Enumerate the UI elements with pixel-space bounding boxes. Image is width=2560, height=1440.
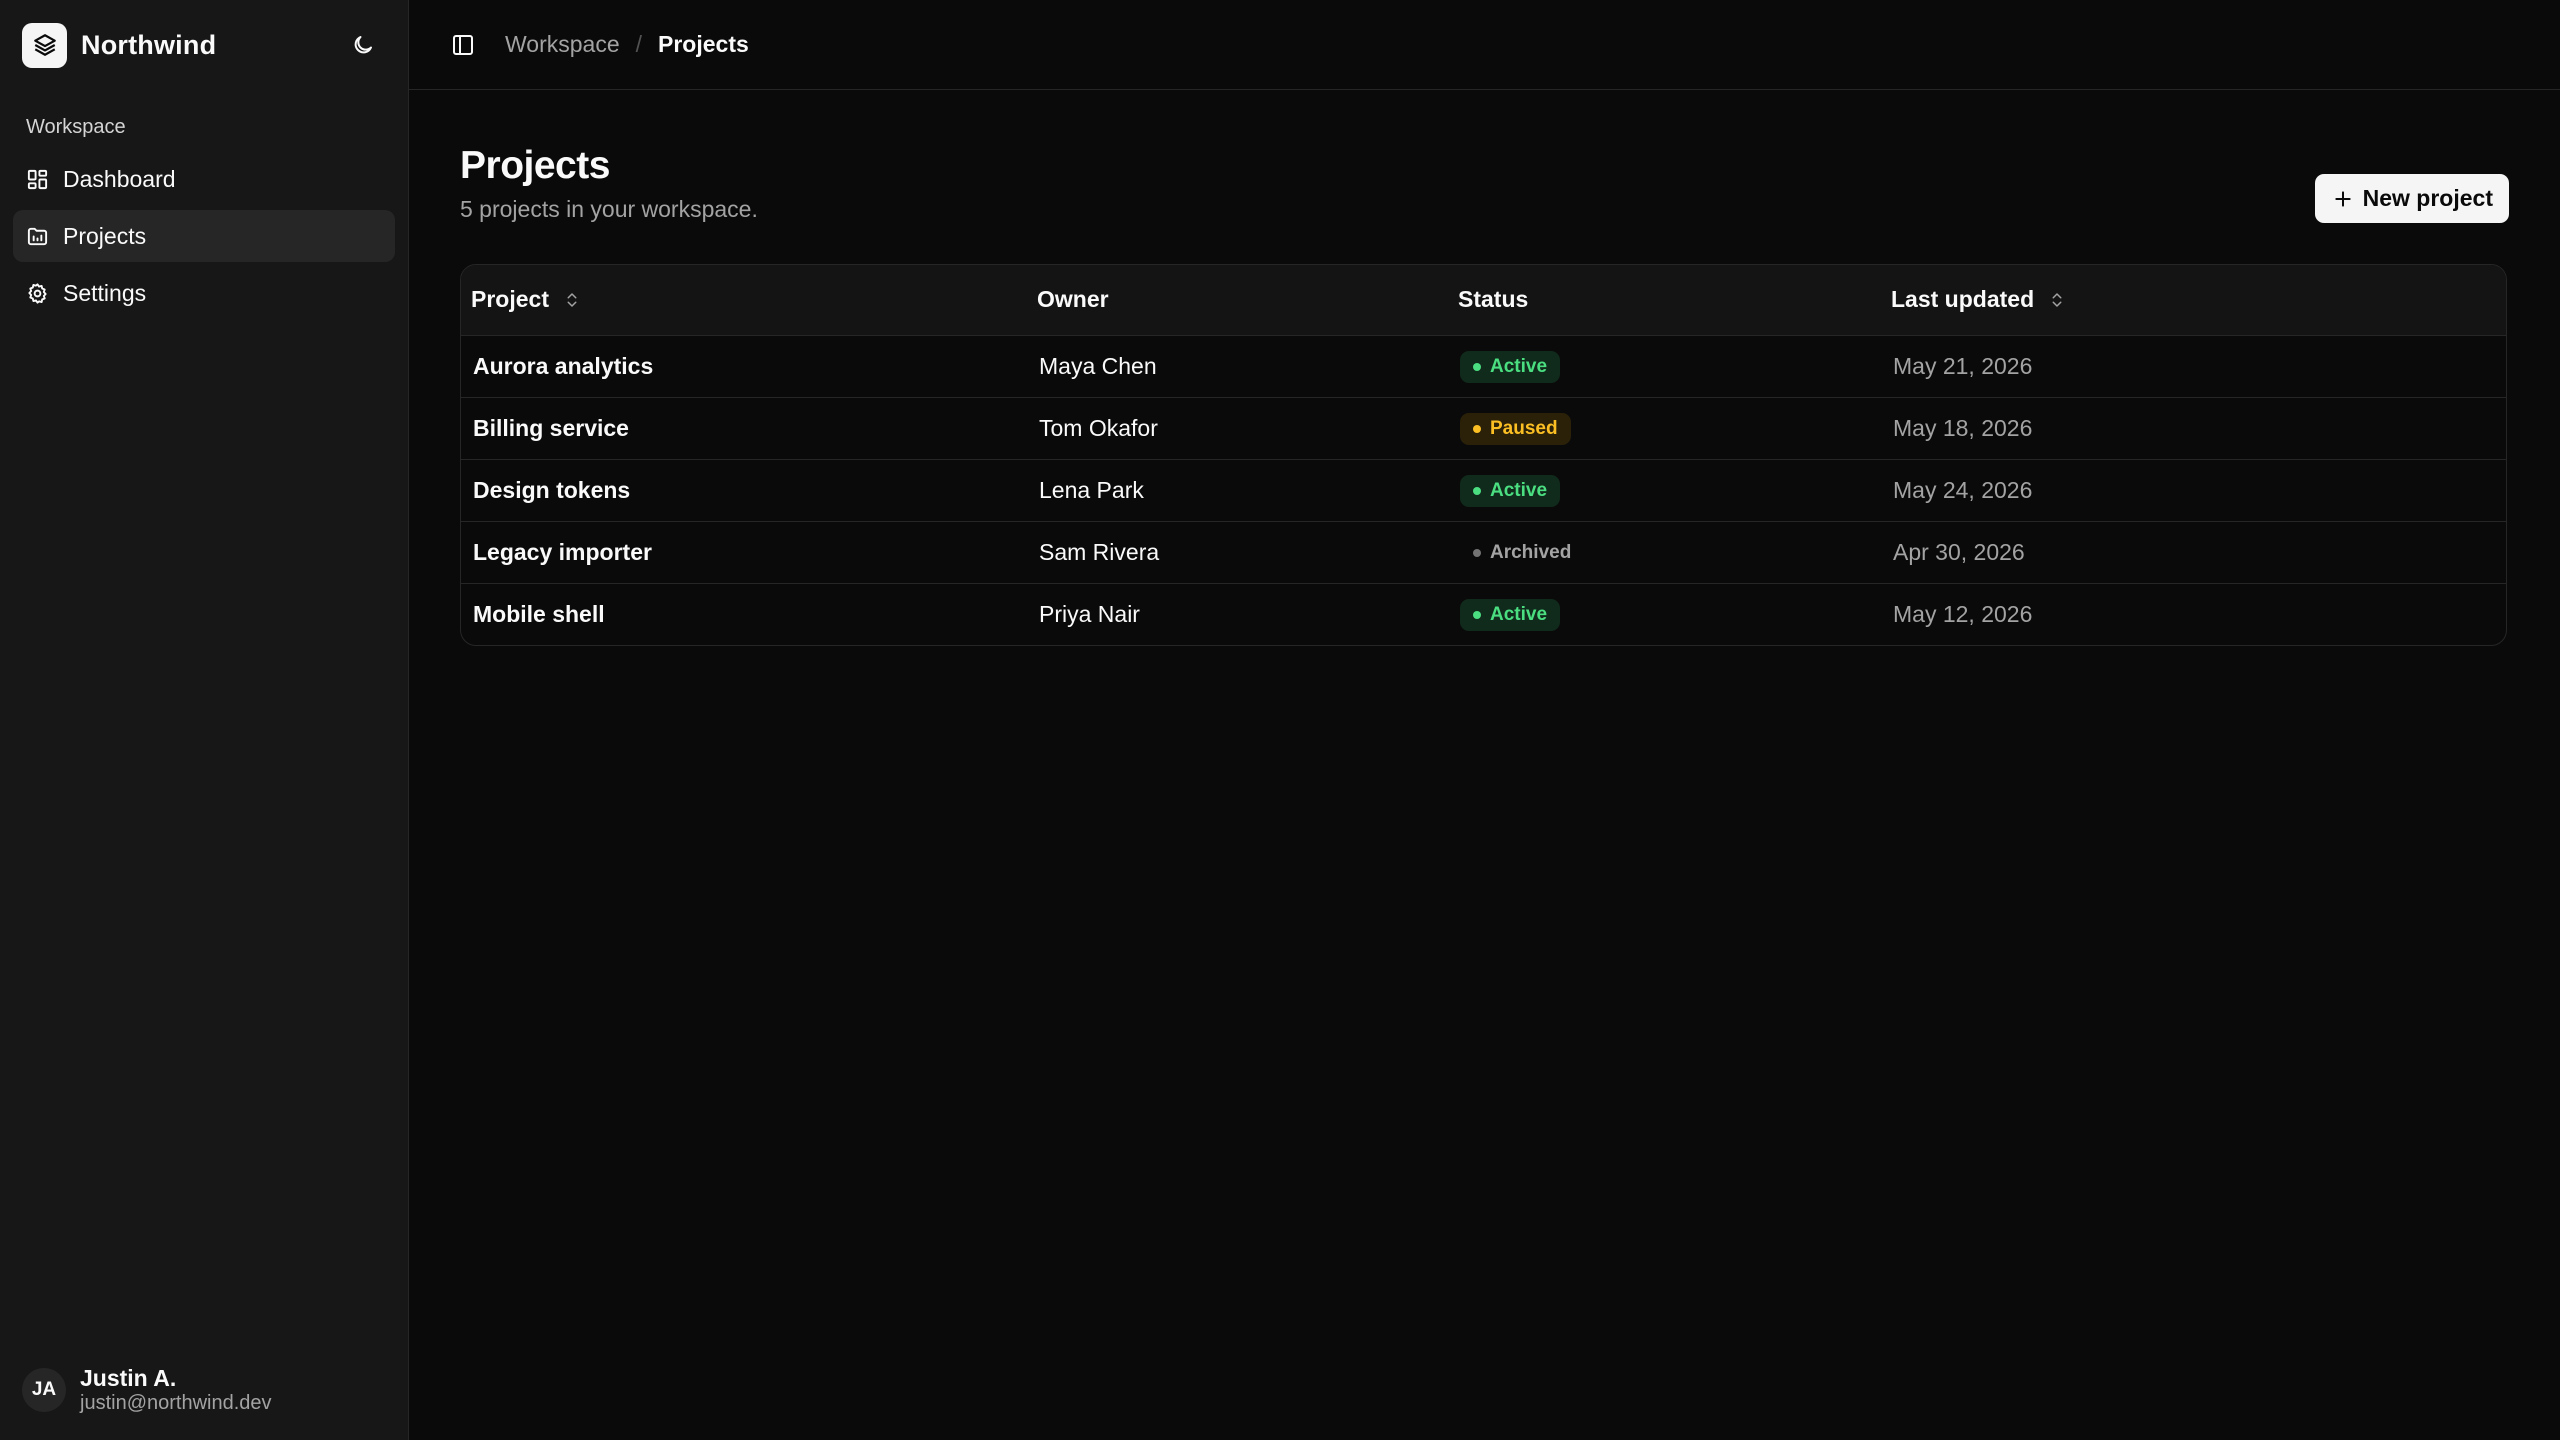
sidebar-nav: Dashboard Projects Settings <box>0 153 408 324</box>
folder-icon <box>27 227 48 245</box>
breadcrumb-separator: / <box>635 31 643 57</box>
column-label: Last updated <box>1891 286 2035 313</box>
brand-link[interactable]: Northwind <box>22 22 217 68</box>
cell-status: Paused <box>1448 397 1881 460</box>
sidebar: Northwind Workspace Dashboard Projects S… <box>0 0 409 1440</box>
theme-toggle-button[interactable] <box>340 22 386 68</box>
cell-owner: Maya Chen <box>1027 335 1448 398</box>
user-name: Justin A. <box>80 1365 177 1391</box>
table-row[interactable]: Design tokens Lena Park Active May 24, 2… <box>461 459 2506 522</box>
cell-status: Archived <box>1448 521 1881 584</box>
status-label: Archived <box>1490 541 1572 563</box>
status-dot <box>1473 362 1481 371</box>
brand-name: Northwind <box>81 29 217 60</box>
page-header: Projects 5 projects in your workspace. N… <box>460 142 2509 223</box>
sidebar-item-settings[interactable]: Settings <box>13 267 395 319</box>
cell-owner: Sam Rivera <box>1027 521 1448 584</box>
status-label: Active <box>1490 603 1548 625</box>
table-row[interactable]: Billing service Tom Okafor Paused May 18… <box>461 397 2506 460</box>
status-badge: Active <box>1460 474 1561 507</box>
sidebar-item-dashboard[interactable]: Dashboard <box>13 153 395 205</box>
status-dot <box>1473 486 1481 495</box>
table-row[interactable]: Aurora analytics Maya Chen Active May 21… <box>461 335 2506 398</box>
status-dot <box>1473 610 1481 619</box>
page-heading: Projects 5 projects in your workspace. <box>460 142 758 223</box>
status-badge: Paused <box>1460 412 1571 445</box>
cell-last-updated: Apr 30, 2026 <box>1881 521 2506 584</box>
cell-last-updated: May 21, 2026 <box>1881 335 2506 398</box>
cell-project: Aurora analytics <box>461 335 1027 398</box>
cell-owner: Tom Okafor <box>1027 397 1448 460</box>
cell-project: Mobile shell <box>473 600 605 627</box>
page-content: Projects 5 projects in your workspace. N… <box>409 90 2560 646</box>
avatar: JA <box>22 1368 66 1412</box>
moon-icon <box>354 36 372 54</box>
cell-last-updated: May 18, 2026 <box>1881 397 2506 460</box>
status-label: Active <box>1490 355 1548 377</box>
main-area: Workspace / Projects Projects 5 projects… <box>409 0 2560 1440</box>
dashboard-icon <box>27 169 48 189</box>
new-project-button[interactable]: New project <box>2314 174 2509 223</box>
user-email: justin@northwind.dev <box>80 1392 272 1414</box>
sidebar-item-label: Dashboard <box>63 165 176 192</box>
status-label: Active <box>1490 479 1548 501</box>
cell-owner: Lena Park <box>1027 459 1448 522</box>
page-subtitle: 5 projects in your workspace. <box>460 196 758 222</box>
column-header-last-updated[interactable]: Last updated <box>1881 265 2506 336</box>
column-header-status: Status <box>1448 265 1881 336</box>
cell-status: Active <box>1448 459 1881 522</box>
brand-header: Northwind <box>0 0 408 90</box>
app-root: Northwind Workspace Dashboard Projects S… <box>0 0 2560 1440</box>
table-header-row: Project Owner Status Last updated <box>461 265 2506 336</box>
status-badge: Archived <box>1460 537 1584 569</box>
sidebar-item-label: Projects <box>63 222 147 249</box>
cell-project: Legacy importer <box>461 521 1027 584</box>
plus-icon <box>2334 190 2351 207</box>
cell-project: Billing service <box>461 397 1027 460</box>
layers-icon <box>22 22 67 68</box>
sort-icon <box>567 293 577 307</box>
sidebar-toggle-button[interactable] <box>441 23 485 67</box>
user-info: Justin A. justin@northwind.dev <box>80 1365 272 1415</box>
sort-icon <box>2052 293 2062 307</box>
sidebar-item-label: Settings <box>63 279 147 306</box>
cell-status: Active <box>1448 335 1881 398</box>
projects-table: Project Owner Status Last updated Aurora… <box>460 264 2507 646</box>
cell-last-updated: May 24, 2026 <box>1881 459 2506 522</box>
breadcrumb-current: Projects <box>658 31 749 57</box>
table-row[interactable]: Mobile shell Priya Nair Active May 12, 2… <box>461 583 2506 645</box>
column-label: Project <box>471 286 549 313</box>
status-dot <box>1473 424 1481 433</box>
status-label: Paused <box>1490 417 1558 439</box>
user-profile[interactable]: JA Justin A. justin@northwind.dev <box>0 1340 408 1440</box>
cell-owner: Priya Nair <box>1039 600 1140 627</box>
cell-last-updated: May 12, 2026 <box>1893 600 2033 627</box>
sidebar-item-projects[interactable]: Projects <box>13 210 395 262</box>
status-badge: Active <box>1460 350 1561 383</box>
topbar: Workspace / Projects <box>409 0 2560 90</box>
gear-icon <box>28 282 47 304</box>
page-title: Projects <box>460 144 610 187</box>
table-row[interactable]: Legacy importer Sam Rivera Archived Apr … <box>461 521 2506 584</box>
column-header-owner: Owner <box>1027 265 1448 336</box>
cell-project: Design tokens <box>461 459 1027 522</box>
breadcrumb: Workspace / Projects <box>505 31 749 58</box>
sidebar-section-label: Workspace <box>26 116 126 138</box>
status-dot <box>1473 548 1481 557</box>
column-header-project[interactable]: Project <box>461 265 1027 336</box>
cell-status: Active <box>1448 583 1881 645</box>
panel-left-icon <box>453 34 473 55</box>
status-badge: Active <box>1460 598 1561 631</box>
column-label: Owner <box>1037 286 1109 313</box>
column-label: Status <box>1458 286 1529 313</box>
breadcrumb-workspace[interactable]: Workspace <box>505 31 620 58</box>
new-project-label: New project <box>2362 185 2493 211</box>
